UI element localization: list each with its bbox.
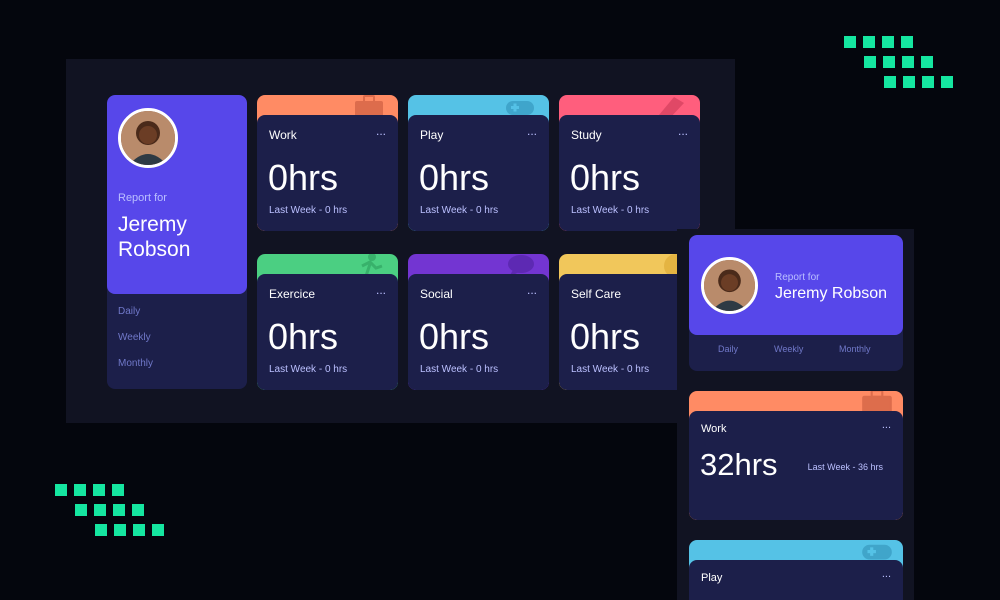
report-for-label: Report for: [118, 192, 167, 204]
card-exercise: Exercice ... 0hrs Last Week - 0 hrs: [257, 254, 398, 390]
card-last-week: Last Week - 0 hrs: [269, 205, 348, 216]
ellipsis-icon[interactable]: ...: [678, 124, 688, 138]
card-social: Social ... 0hrs Last Week - 0 hrs: [408, 254, 549, 390]
card-exercise-body[interactable]: Exercice ... 0hrs Last Week - 0 hrs: [257, 274, 398, 390]
card-study: Study ... 0hrs Last Week - 0 hrs: [559, 95, 700, 231]
ellipsis-icon[interactable]: ...: [376, 283, 386, 297]
card-title: Self Care: [571, 287, 622, 301]
card-last-week: Last Week - 0 hrs: [571, 364, 650, 375]
profile-header: Report for Jeremy Robson: [107, 95, 247, 294]
user-name: Jeremy Robson: [775, 285, 888, 302]
timeframe-daily[interactable]: Daily: [118, 306, 140, 317]
card-hours: 0hrs: [419, 157, 490, 198]
card-title: Exercice: [269, 287, 316, 301]
timeframe-monthly[interactable]: Monthly: [839, 344, 871, 354]
ellipsis-icon[interactable]: ...: [882, 568, 891, 580]
card-hours: 0hrs: [570, 157, 641, 198]
card-title: Play: [420, 128, 444, 142]
card-study-body[interactable]: Study ... 0hrs Last Week - 0 hrs: [559, 115, 700, 231]
card-title: Play: [701, 572, 723, 584]
avatar: [118, 108, 178, 168]
timeframe-monthly[interactable]: Monthly: [118, 358, 153, 369]
ellipsis-icon[interactable]: ...: [882, 419, 891, 431]
card-social-body[interactable]: Social ... 0hrs Last Week - 0 hrs: [408, 274, 549, 390]
card-play-body[interactable]: Play ... 0hrs Last Week - 0 hrs: [408, 115, 549, 231]
card-play: Play ... 0hrs Last Week - 0 hrs: [408, 95, 549, 231]
user-name: Jeremy Robson: [118, 212, 190, 262]
card-title: Social: [420, 287, 453, 301]
mobile-dashboard: Report for Jeremy Robson Daily Weekly Mo…: [677, 229, 914, 600]
report-for-label: Report for: [775, 272, 820, 283]
card-last-week: Last Week - 0 hrs: [420, 364, 499, 375]
timeframe-weekly[interactable]: Weekly: [118, 332, 151, 343]
mobile-card-work: Work ... 32hrs Last Week - 36 hrs: [689, 391, 903, 520]
timeframe-weekly[interactable]: Weekly: [774, 344, 803, 354]
card-hours: 0hrs: [419, 316, 490, 357]
mobile-profile-card: Report for Jeremy Robson Daily Weekly Mo…: [689, 235, 903, 371]
user-name-line2: Robson: [118, 238, 191, 261]
mobile-card-play-body[interactable]: Play ...: [689, 560, 903, 600]
card-hours: 0hrs: [268, 316, 339, 357]
card-title: Study: [571, 128, 602, 142]
pixel-decoration-bottom-left: [55, 484, 164, 538]
pixel-decoration-top-right: [844, 36, 953, 90]
card-hours: 32hrs: [700, 447, 778, 482]
card-hours: 0hrs: [570, 316, 641, 357]
card-last-week: Last Week - 36 hrs: [807, 462, 883, 472]
mobile-card-work-body[interactable]: Work ... 32hrs Last Week - 36 hrs: [689, 411, 903, 520]
mobile-card-play: Play ...: [689, 540, 903, 600]
card-last-week: Last Week - 0 hrs: [420, 205, 499, 216]
ellipsis-icon[interactable]: ...: [527, 124, 537, 138]
ellipsis-icon[interactable]: ...: [376, 124, 386, 138]
card-work-body[interactable]: Work ... 0hrs Last Week - 0 hrs: [257, 115, 398, 231]
card-last-week: Last Week - 0 hrs: [571, 205, 650, 216]
avatar: [701, 257, 758, 314]
card-title: Work: [269, 128, 297, 142]
card-work: Work ... 0hrs Last Week - 0 hrs: [257, 95, 398, 231]
desktop-dashboard: Report for Jeremy Robson Daily Weekly Mo…: [66, 59, 735, 423]
ellipsis-icon[interactable]: ...: [527, 283, 537, 297]
card-title: Work: [701, 423, 727, 435]
timeframe-daily[interactable]: Daily: [718, 344, 738, 354]
user-name-line1: Jeremy: [118, 213, 187, 236]
profile-card: Report for Jeremy Robson Daily Weekly Mo…: [107, 95, 247, 389]
mobile-profile-header: Report for Jeremy Robson: [689, 235, 903, 335]
card-hours: 0hrs: [268, 157, 339, 198]
card-last-week: Last Week - 0 hrs: [269, 364, 348, 375]
